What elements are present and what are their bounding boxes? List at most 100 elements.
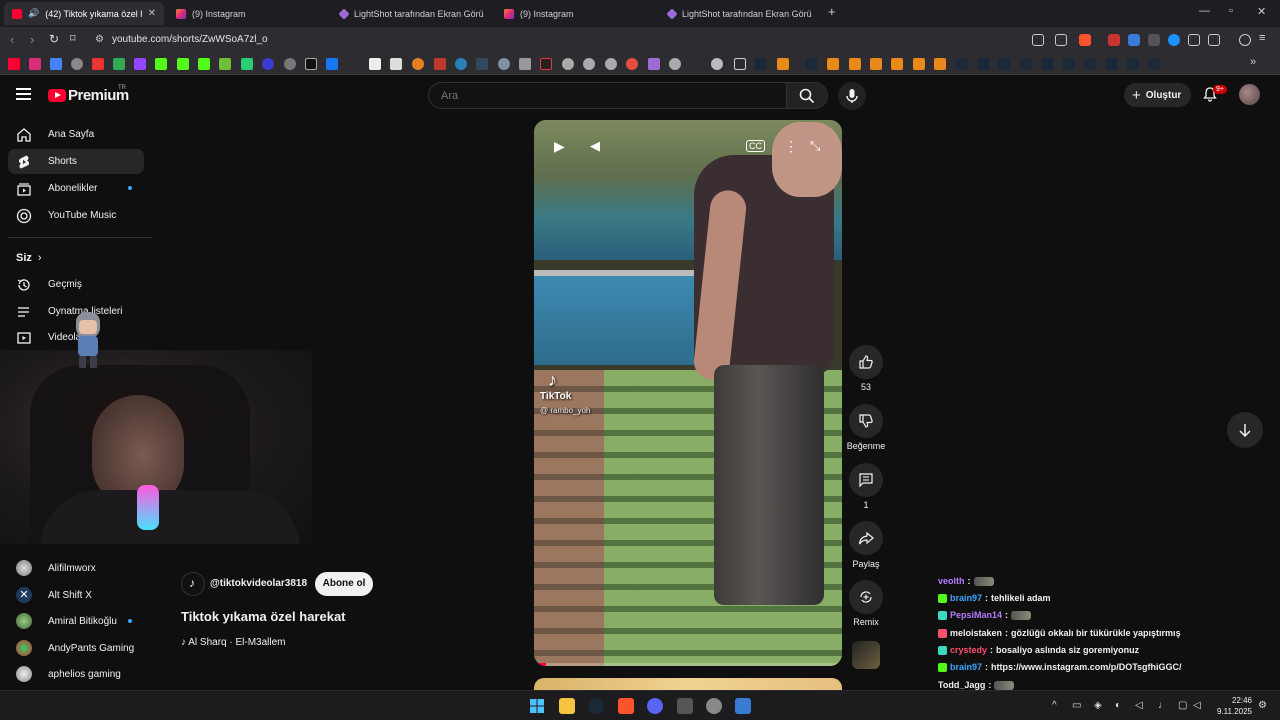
tab-youtube[interactable]: 🔊 (42) Tiktok yıkama özel hareka ✕ <box>4 2 164 25</box>
system-clock[interactable]: 22:46 9.11.2025 <box>1210 695 1252 717</box>
speaker-icon[interactable]: 🔊 <box>28 8 39 19</box>
menu-icon[interactable] <box>16 88 31 100</box>
subscription-item[interactable]: aphelios gaming <box>16 664 121 684</box>
bookmark-icon[interactable] <box>711 58 723 70</box>
steam-icon[interactable] <box>1148 58 1160 70</box>
bookmark-icon[interactable] <box>198 58 210 70</box>
app-icon[interactable] <box>677 698 693 714</box>
discord-icon[interactable] <box>647 698 663 714</box>
tray-app-icon[interactable]: ◈ <box>1094 700 1102 711</box>
steam-icon[interactable] <box>1020 58 1032 70</box>
volume-icon[interactable]: ◀ <box>590 138 600 154</box>
steam-icon[interactable] <box>998 58 1010 70</box>
bookmark-icon[interactable] <box>476 58 488 70</box>
bookmark-icon[interactable] <box>326 58 338 70</box>
close-tab-icon[interactable]: ✕ <box>148 8 156 19</box>
short-video-player[interactable]: ▶ ◀ CC ⋮ ⤡ ♪ TikTok @ rambo_yoh <box>534 120 842 666</box>
tab-instagram-1[interactable]: (9) Instagram <box>168 2 328 25</box>
display-icon[interactable]: ▢ <box>1178 700 1187 711</box>
app-icon[interactable] <box>735 698 751 714</box>
channel-name[interactable]: @tiktokvideolar3818 <box>210 578 307 589</box>
remix-button[interactable] <box>849 580 883 614</box>
sidebar-item-home[interactable]: Ana Sayfa <box>8 122 144 147</box>
bookmark-icon[interactable] <box>134 58 146 70</box>
bookmark-icon[interactable]: ⌑ <box>70 32 76 45</box>
dislike-button[interactable] <box>849 404 883 438</box>
brave-shields-icon[interactable] <box>1079 34 1091 46</box>
extensions-puzzle-icon[interactable] <box>1188 34 1200 46</box>
media-icon[interactable] <box>1239 34 1251 46</box>
avatar[interactable] <box>1239 84 1260 105</box>
youtube-logo-icon[interactable] <box>48 89 66 102</box>
bookmark-icon[interactable] <box>50 58 62 70</box>
site-settings-icon[interactable]: ⚙ <box>95 34 104 45</box>
share-icon[interactable] <box>1055 34 1067 46</box>
create-button[interactable]: + Oluştur <box>1124 83 1192 107</box>
video-progress-bar[interactable] <box>534 663 842 666</box>
bookmark-icon[interactable] <box>777 58 789 70</box>
bookmark-icon[interactable] <box>870 58 882 70</box>
bookmark-icon[interactable] <box>562 58 574 70</box>
tab-lightshot-2[interactable]: LightShot tarafından Ekran Görüntüs <box>660 2 820 25</box>
bookmark-icon[interactable] <box>177 58 189 70</box>
bookmark-icon[interactable] <box>519 58 531 70</box>
bookmark-icon[interactable] <box>369 58 381 70</box>
battery-icon[interactable]: ▭ <box>1072 700 1081 711</box>
bookmark-icon[interactable] <box>934 58 946 70</box>
menu-icon[interactable]: ≡ <box>1259 32 1271 44</box>
bookmark-icon[interactable] <box>92 58 104 70</box>
bookmark-icon[interactable] <box>849 58 861 70</box>
sound-thumbnail[interactable] <box>852 641 880 669</box>
bookmark-icon[interactable] <box>219 58 231 70</box>
comments-button[interactable] <box>849 463 883 497</box>
subscription-item[interactable]: Alifilmworx <box>16 558 96 578</box>
extension-icon[interactable] <box>1148 34 1160 46</box>
bookmark-icon[interactable] <box>71 58 83 70</box>
extension-icon[interactable] <box>1108 34 1120 46</box>
subscription-item[interactable]: ✕ Alt Shift X <box>16 585 92 605</box>
sidebar-item-subscriptions[interactable]: Abonelikler <box>8 176 144 201</box>
bookmark-icon[interactable] <box>29 58 41 70</box>
bookmark-icon[interactable] <box>540 58 552 70</box>
steam-icon[interactable] <box>805 58 817 70</box>
steam-icon[interactable] <box>956 58 968 70</box>
fullscreen-icon[interactable]: ⤡ <box>810 138 820 154</box>
share-button[interactable] <box>849 521 883 555</box>
extension-icon[interactable] <box>1168 34 1180 46</box>
restore-button[interactable]: ▫ <box>1229 5 1233 17</box>
bookmark-icon[interactable] <box>913 58 925 70</box>
you-section-header[interactable]: Siz › <box>16 252 42 264</box>
steam-tray-icon[interactable]: ◐ <box>1115 700 1121 711</box>
next-video-button[interactable] <box>1227 412 1263 448</box>
music-link[interactable]: ♪ Al Sharq · El-M3allem <box>181 637 286 648</box>
volume-icon[interactable]: ◁ <box>1193 700 1201 711</box>
steam-icon[interactable] <box>588 698 604 714</box>
bookmark-icon[interactable] <box>498 58 510 70</box>
more-bookmarks-icon[interactable]: » <box>1250 56 1262 68</box>
bookmark-icon[interactable] <box>455 58 467 70</box>
bookmark-icon[interactable] <box>583 58 595 70</box>
url-field[interactable]: youtube.com/shorts/ZwWSoA7zl_o <box>112 34 268 45</box>
minimize-button[interactable]: — <box>1199 5 1210 17</box>
brave-icon[interactable] <box>618 698 634 714</box>
steam-icon[interactable] <box>755 58 767 70</box>
bookmark-icon[interactable] <box>262 58 274 70</box>
steam-icon[interactable] <box>977 58 989 70</box>
bookmark-icon[interactable] <box>8 58 20 70</box>
sidebar-item-history[interactable]: Geçmiş <box>8 272 144 297</box>
close-window-button[interactable]: ✕ <box>1257 5 1266 18</box>
like-button[interactable] <box>849 345 883 379</box>
play-icon[interactable]: ▶ <box>554 138 565 155</box>
subscription-item[interactable]: AndyPants Gaming <box>16 638 134 658</box>
windows-start-icon[interactable] <box>529 698 545 714</box>
speaker-icon[interactable]: ◁ <box>1135 700 1143 711</box>
bookmark-icon[interactable] <box>412 58 424 70</box>
search-button[interactable] <box>786 82 828 109</box>
bookmark-icon[interactable] <box>669 58 681 70</box>
cast-icon[interactable] <box>1032 34 1044 46</box>
microphone-icon[interactable]: ♩ <box>1158 700 1168 711</box>
tab-lightshot-1[interactable]: LightShot tarafından Ekran Görüntüs <box>332 2 492 25</box>
channel-avatar[interactable]: ♪ <box>181 572 205 596</box>
reload-button[interactable]: ↻ <box>49 32 59 46</box>
folder-icon[interactable] <box>734 58 746 70</box>
